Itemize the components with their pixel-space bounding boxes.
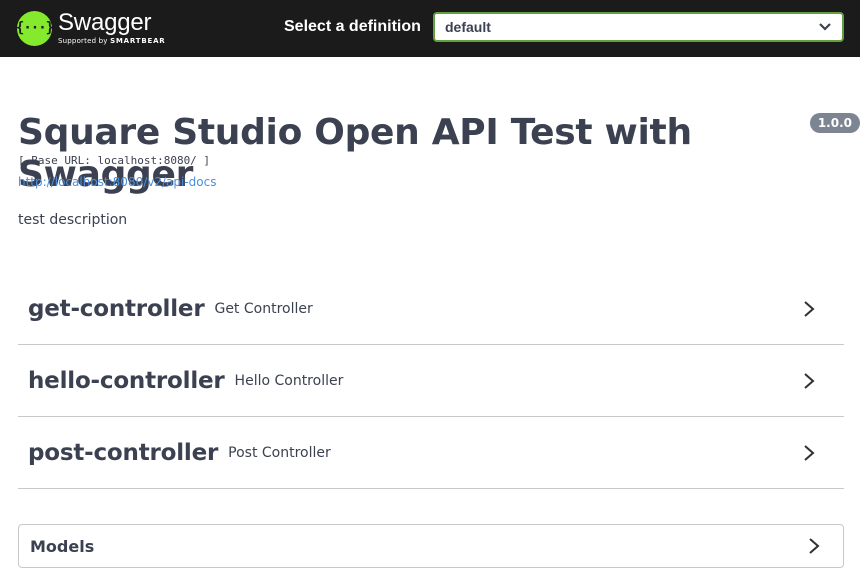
base-url: [ Base URL: localhost:8080/ ] bbox=[18, 154, 211, 167]
chevron-right-icon bbox=[802, 371, 816, 391]
brand-sub-company: SMARTBEAR bbox=[110, 37, 166, 45]
brand-text: Swagger Supported by SMARTBEAR bbox=[58, 11, 165, 45]
tag-hello-controller[interactable]: hello-controller Hello Controller bbox=[18, 345, 844, 417]
brand-subtitle: Supported by SMARTBEAR bbox=[58, 38, 165, 45]
chevron-down-icon bbox=[818, 20, 832, 34]
tag-get-controller[interactable]: get-controller Get Controller bbox=[18, 273, 844, 345]
brand-sub-prefix: Supported by bbox=[58, 37, 108, 45]
tag-name: post-controller bbox=[28, 439, 219, 466]
models-section[interactable]: Models bbox=[18, 524, 844, 568]
definition-select-value: default bbox=[445, 19, 491, 35]
definition-select[interactable]: default bbox=[433, 12, 844, 42]
tag-name: get-controller bbox=[28, 295, 205, 322]
topbar: {···} Swagger Supported by SMARTBEAR Sel… bbox=[0, 0, 860, 57]
definition-select-label: Select a definition bbox=[284, 18, 421, 35]
version-badge: 1.0.0 bbox=[809, 113, 860, 133]
brand-name: Swagger bbox=[58, 9, 152, 36]
api-docs-link[interactable]: http://localhost:8080/v2/api-docs bbox=[18, 175, 216, 189]
tag-description: Hello Controller bbox=[234, 372, 344, 389]
tag-description: Get Controller bbox=[214, 300, 313, 317]
models-label: Models bbox=[30, 536, 95, 556]
chevron-right-icon bbox=[807, 536, 821, 556]
tag-name: hello-controller bbox=[28, 367, 225, 394]
swagger-logo-icon: {···} bbox=[16, 10, 54, 46]
api-description: test description bbox=[18, 212, 128, 228]
tag-post-controller[interactable]: post-controller Post Controller bbox=[18, 417, 844, 489]
chevron-right-icon bbox=[802, 443, 816, 463]
tag-description: Post Controller bbox=[228, 444, 331, 461]
swagger-logo-link[interactable]: {···} Swagger Supported by SMARTBEAR bbox=[16, 8, 165, 48]
chevron-right-icon bbox=[802, 299, 816, 319]
